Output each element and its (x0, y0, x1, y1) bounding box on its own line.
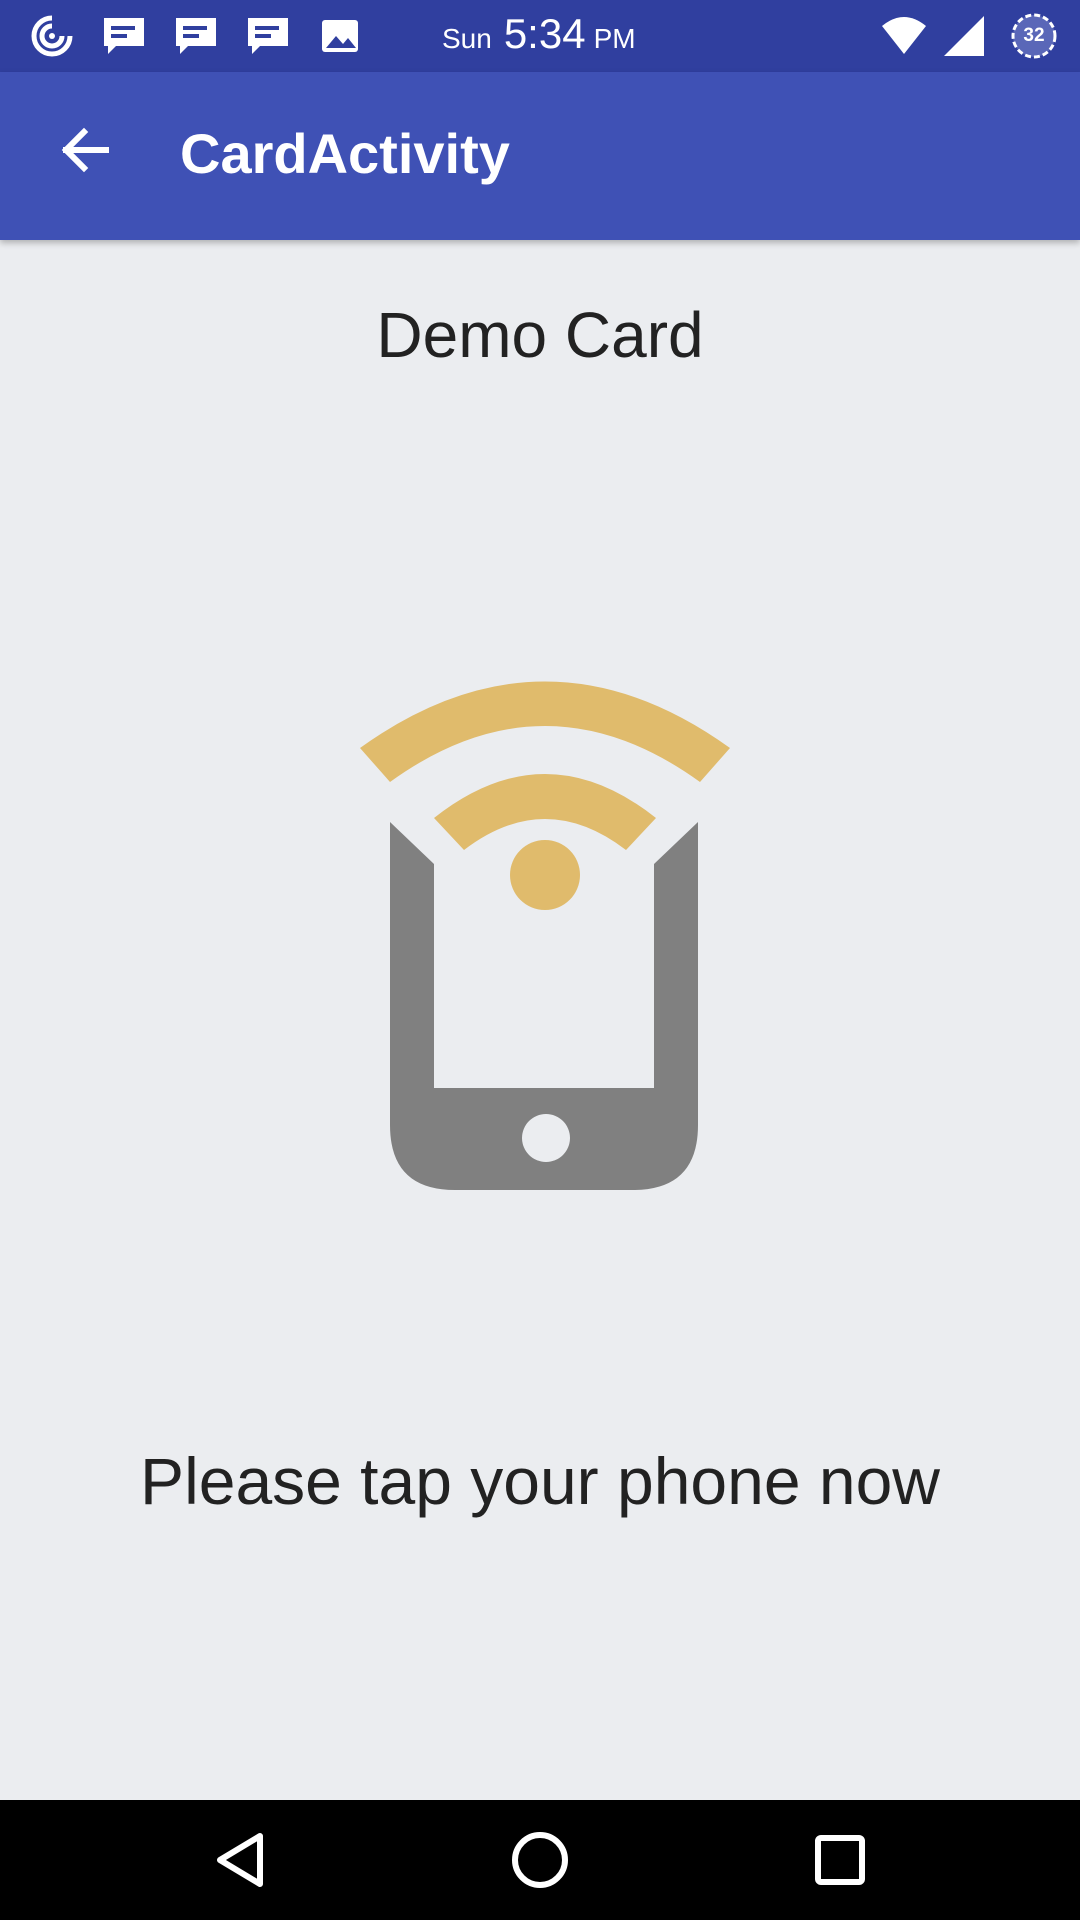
message-icon (176, 18, 216, 54)
page-title: CardActivity (180, 122, 510, 185)
status-ampm: PM (593, 23, 636, 54)
status-day: Sun (442, 23, 492, 54)
status-time: 5:34 (503, 10, 586, 57)
home-circle-icon (512, 1832, 568, 1888)
card-name: Demo Card (376, 299, 704, 371)
battery-icon: 32 (1010, 12, 1058, 60)
recents-square-icon (815, 1835, 865, 1885)
status-bar: Sun 5:34 PM 32 (0, 0, 1080, 72)
status-clock: Sun 5:34 PM (442, 10, 636, 62)
battery-level: 32 (1023, 25, 1045, 46)
nav-back-button[interactable] (204, 1824, 276, 1896)
message-icon (248, 18, 288, 54)
instruction-text: Please tap your phone now (140, 1444, 940, 1518)
nav-recents-button[interactable] (804, 1824, 876, 1896)
back-triangle-icon (217, 1833, 263, 1887)
nav-bar (0, 1800, 1080, 1920)
cell-signal-icon (944, 16, 984, 56)
message-icon (104, 18, 144, 54)
image-icon (322, 20, 358, 52)
app-bar: CardActivity (0, 72, 1080, 240)
arrow-back-icon (61, 127, 109, 173)
sync-icon (31, 15, 73, 57)
wifi-icon (882, 17, 926, 54)
back-button[interactable] (44, 110, 124, 190)
nfc-phone-icon (360, 681, 730, 1190)
nav-home-button[interactable] (504, 1824, 576, 1896)
